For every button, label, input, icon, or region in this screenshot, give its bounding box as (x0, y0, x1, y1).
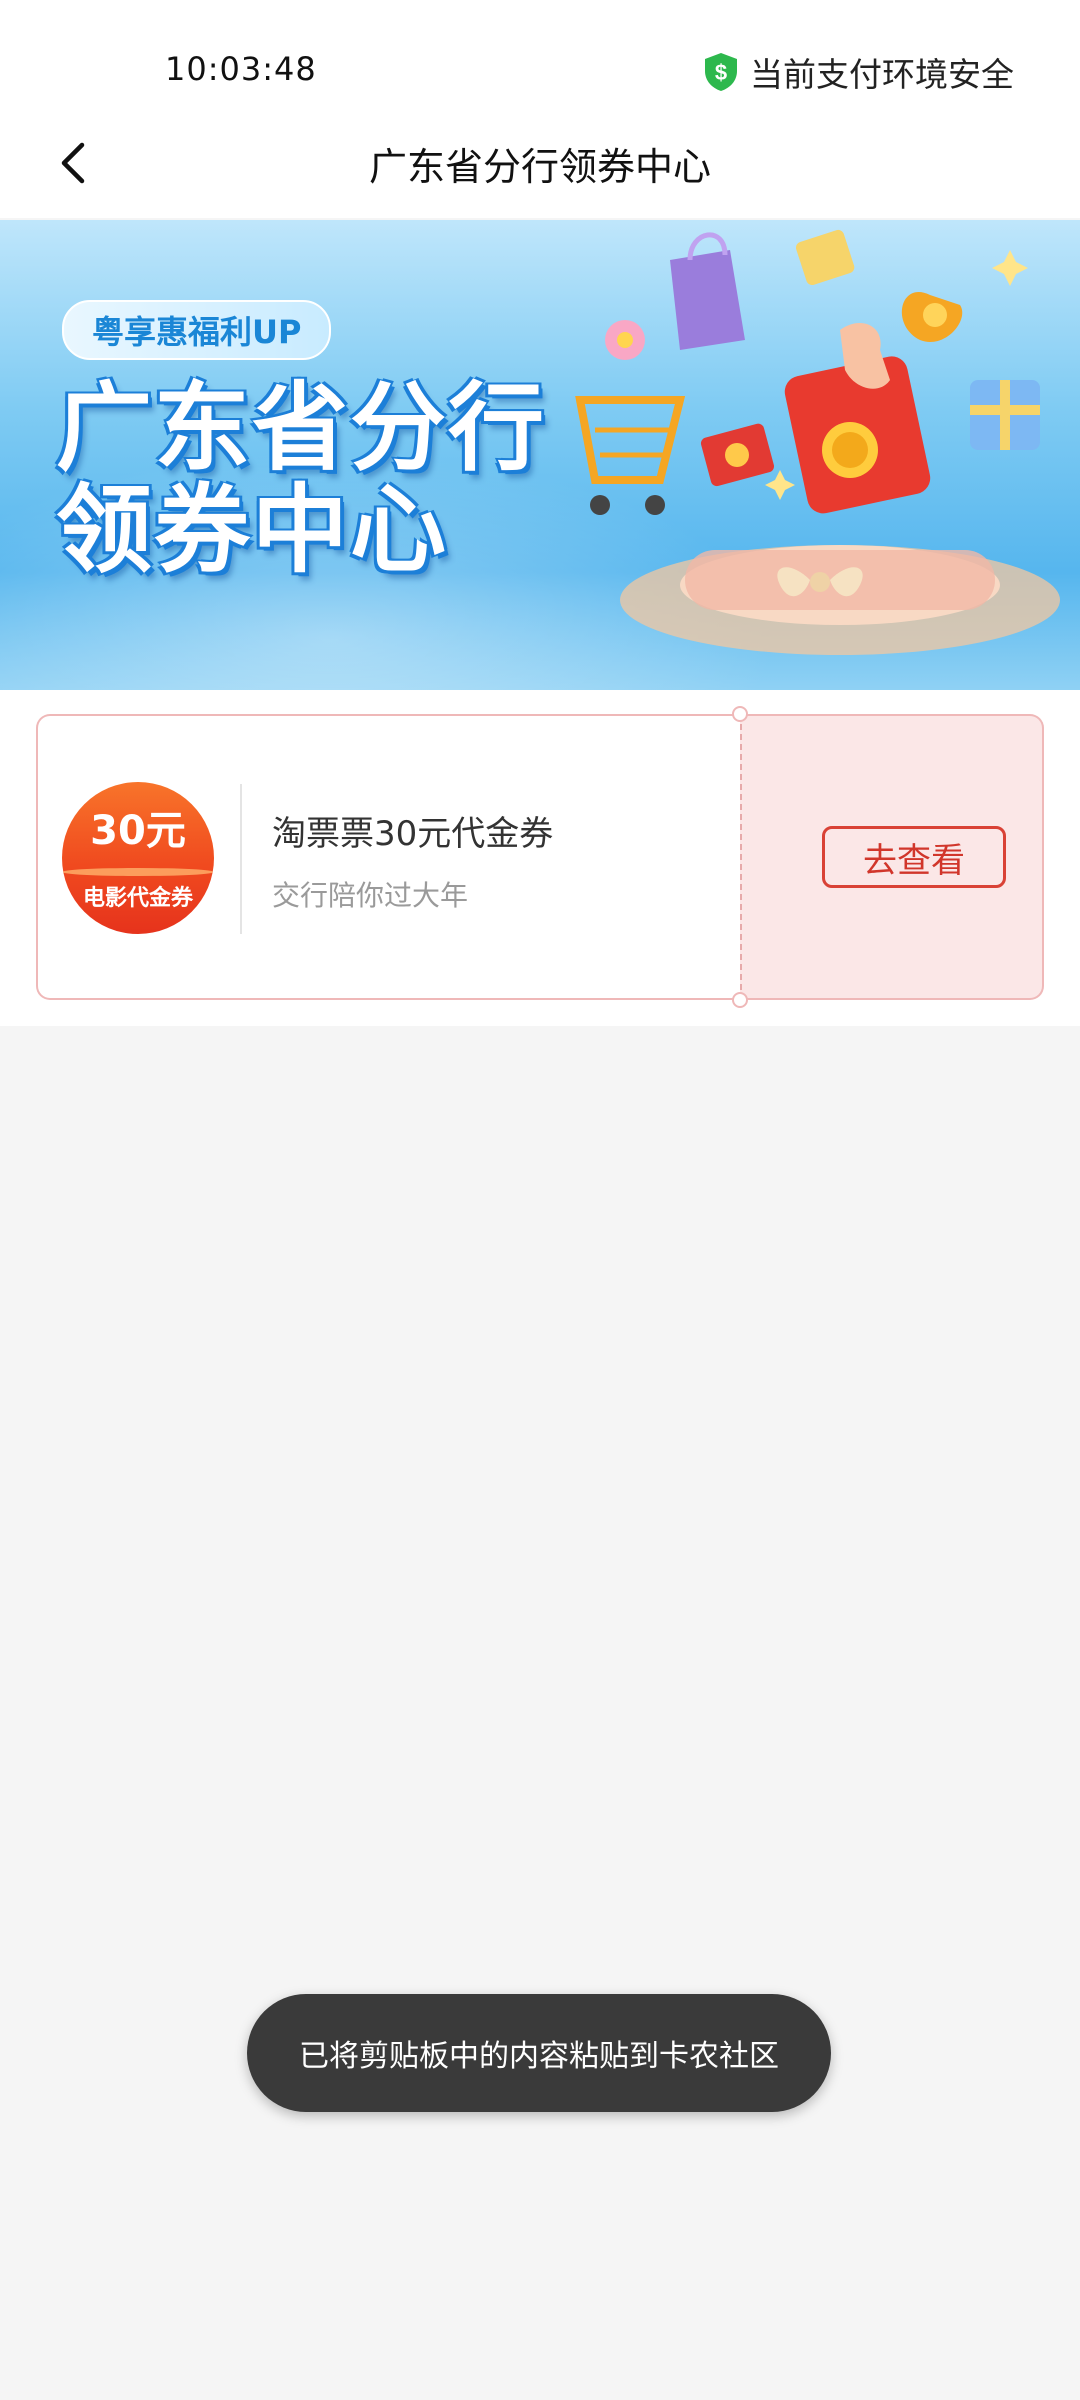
promo-banner[interactable]: 粤享惠福利UP 广东省分行 领券中心 (0, 220, 1080, 690)
svg-text:$: $ (715, 60, 727, 85)
coupon-info-section: 30元 电影代金券 淘票票30元代金券 交行陪你过大年 (36, 714, 740, 1000)
security-status-text: 当前支付环境安全 (750, 55, 1014, 94)
toast-message: 已将剪贴板中的内容粘贴到卡农社区 (247, 1994, 831, 2112)
coupon-badge: 30元 电影代金券 (62, 782, 214, 934)
shield-dollar-icon: $ (705, 53, 737, 91)
badge-stripe (62, 868, 214, 876)
coupon-name: 淘票票30元代金券 (272, 814, 554, 854)
status-time: 10:03:48 (165, 50, 317, 88)
page-title: 广东省分行领券中心 (368, 145, 711, 189)
view-coupon-button[interactable]: 去查看 (822, 826, 1006, 888)
banner-title-line2: 领券中心 (56, 474, 448, 586)
coupon-badge-label: 电影代金券 (82, 886, 193, 911)
coupon-notch-bottom (732, 992, 748, 1008)
payment-security-indicator: $ 当前支付环境安全 (702, 48, 1014, 96)
coupon-subtitle: 交行陪你过大年 (272, 879, 469, 912)
coupon-notch-top (732, 706, 748, 722)
banner-tag: 粤享惠福利UP (62, 300, 332, 360)
banner-illustration (575, 229, 1060, 655)
banner-title-line1: 广东省分行 (56, 372, 546, 484)
coupon-divider (240, 784, 242, 934)
coupon-badge-amount: 30元 (90, 808, 186, 854)
